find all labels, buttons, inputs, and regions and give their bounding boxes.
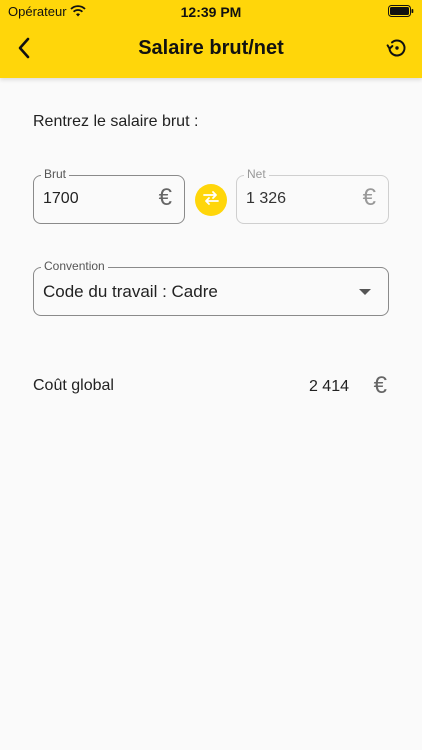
navigation-bar: Salaire brut/net	[0, 28, 422, 72]
history-icon	[385, 36, 409, 65]
history-button[interactable]	[382, 35, 412, 65]
page-title: Salaire brut/net	[138, 37, 284, 59]
swap-button[interactable]	[195, 184, 227, 216]
euro-icon: €	[362, 184, 376, 211]
euro-icon: €	[158, 184, 172, 211]
convention-value: Code du travail : Cadre	[43, 282, 218, 301]
caret-down-icon	[359, 289, 371, 295]
net-value: 1 326	[246, 190, 287, 207]
net-output: Net 1 326 €	[236, 167, 389, 224]
total-cost-label: Coût global	[33, 377, 114, 394]
status-time: 12:39 PM	[180, 4, 242, 20]
instruction-text: Rentrez le salaire brut :	[33, 113, 199, 130]
convention-label: Convention	[41, 259, 108, 273]
status-bar: Opérateur 12:39 PM	[0, 0, 422, 24]
brut-label: Brut	[41, 167, 70, 181]
brut-input[interactable]: Brut 1700 €	[33, 167, 185, 224]
net-label: Net	[244, 167, 269, 181]
brut-value[interactable]: 1700	[43, 190, 79, 208]
euro-icon: €	[373, 372, 387, 399]
swap-arrows-icon	[202, 190, 220, 211]
app-header: Opérateur 12:39 PM Salaire brut/net	[0, 0, 422, 78]
total-cost-value: 2 414	[308, 378, 349, 395]
battery-icon	[388, 5, 414, 17]
convention-select[interactable]: Convention Code du travail : Cadre	[33, 259, 389, 316]
